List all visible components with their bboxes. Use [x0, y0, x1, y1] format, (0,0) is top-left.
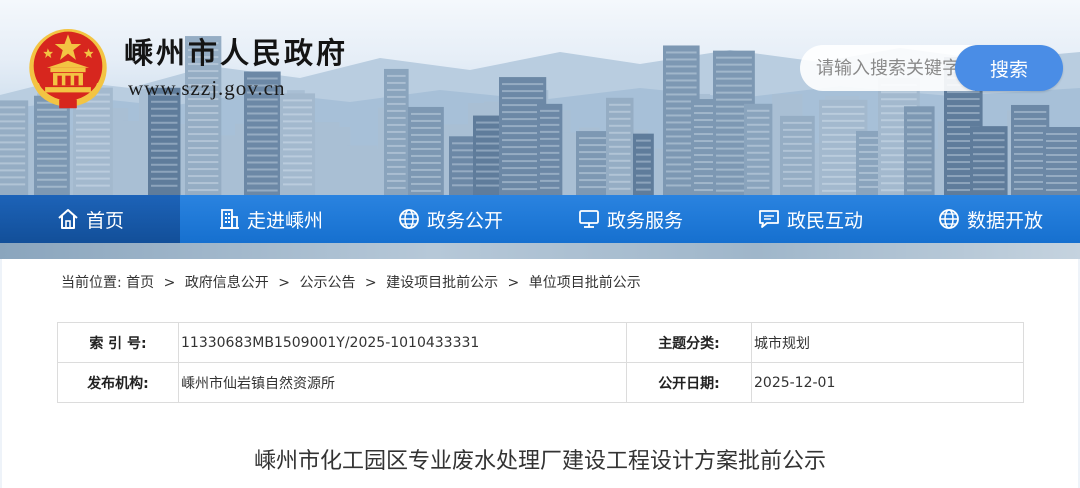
nav-item-interaction[interactable]: 政民互动: [720, 195, 900, 243]
table-row: 发布机构: 嵊州市仙岩镇自然资源所 公开日期: 2025-12-01: [57, 362, 1024, 403]
chat-icon: [759, 210, 779, 228]
index-number-label: 索 引 号:: [57, 322, 179, 363]
search-button[interactable]: 搜索: [955, 45, 1063, 91]
monitor-icon: [579, 210, 599, 228]
breadcrumb-separator: >: [163, 275, 176, 291]
breadcrumb-separator: >: [364, 275, 377, 291]
index-number-value: 11330683MB1509001Y/2025-1010433331: [178, 322, 627, 363]
nav-item-label: 走进嵊州: [246, 209, 323, 232]
nav-item-gov-affairs[interactable]: 政务公开: [360, 195, 540, 243]
table-row: 索 引 号: 11330683MB1509001Y/2025-101043333…: [57, 322, 1024, 363]
nav-item-label: 政务服务: [606, 209, 683, 232]
content-panel: 当前位置: 首页 > 政府信息公开 > 公示公告 > 建设项目批前公示 > 单位…: [2, 259, 1078, 488]
nav-item-label: 首页: [85, 209, 124, 232]
breadcrumb-link-unit-notices[interactable]: 单位项目批前公示: [529, 275, 641, 291]
site-url: www.szzj.gov.cn: [128, 76, 286, 100]
site-title: 嵊州市人民政府: [124, 36, 349, 70]
breadcrumb-link-project-notices[interactable]: 建设项目批前公示: [386, 275, 498, 291]
topic-category-value: 城市规划: [751, 322, 1024, 363]
decorative-strip: [0, 243, 1080, 259]
nav-item-label: 政民互动: [786, 209, 863, 232]
building-icon: [219, 209, 239, 229]
search-input[interactable]: [800, 45, 975, 91]
breadcrumb-link-home[interactable]: 首页: [126, 275, 154, 291]
nav-item-label: 数据开放: [966, 209, 1043, 232]
breadcrumb-prefix: 当前位置:: [61, 275, 122, 291]
publisher-label: 发布机构:: [57, 362, 179, 403]
home-icon: [58, 209, 78, 229]
main-nav: 首页 走进嵊州 政务公开 政务服务 政民互动 数据开放: [0, 195, 1080, 243]
document-info-table: 索 引 号: 11330683MB1509001Y/2025-101043333…: [57, 322, 1024, 403]
breadcrumb-separator: >: [278, 275, 290, 291]
header-banner: 嵊州市人民政府 www.szzj.gov.cn 搜索: [0, 0, 1080, 195]
nav-item-label: 政务公开: [426, 209, 503, 232]
document-title: 嵊州市化工园区专业废水处理厂建设工程设计方案批前公示: [253, 449, 826, 474]
publisher-value: 嵊州市仙岩镇自然资源所: [178, 362, 627, 403]
breadcrumb: 当前位置: 首页 > 政府信息公开 > 公示公告 > 建设项目批前公示 > 单位…: [61, 272, 641, 292]
breadcrumb-separator: >: [507, 275, 520, 291]
nav-item-about[interactable]: 走进嵊州: [180, 195, 360, 243]
publish-date-label: 公开日期:: [626, 362, 752, 403]
globe-icon: [939, 209, 959, 229]
breadcrumb-link-gov-info[interactable]: 政府信息公开: [185, 275, 269, 291]
search-box: 搜索: [800, 45, 1063, 91]
nav-item-home[interactable]: 首页: [0, 195, 180, 243]
nav-item-open-data[interactable]: 数据开放: [900, 195, 1080, 243]
nav-item-gov-services[interactable]: 政务服务: [540, 195, 720, 243]
topic-category-label: 主题分类:: [626, 322, 752, 363]
publish-date-value: 2025-12-01: [751, 362, 1024, 403]
national-emblem-icon: [29, 29, 107, 109]
breadcrumb-link-notices[interactable]: 公示公告: [299, 275, 355, 291]
globe-icon: [399, 209, 419, 229]
